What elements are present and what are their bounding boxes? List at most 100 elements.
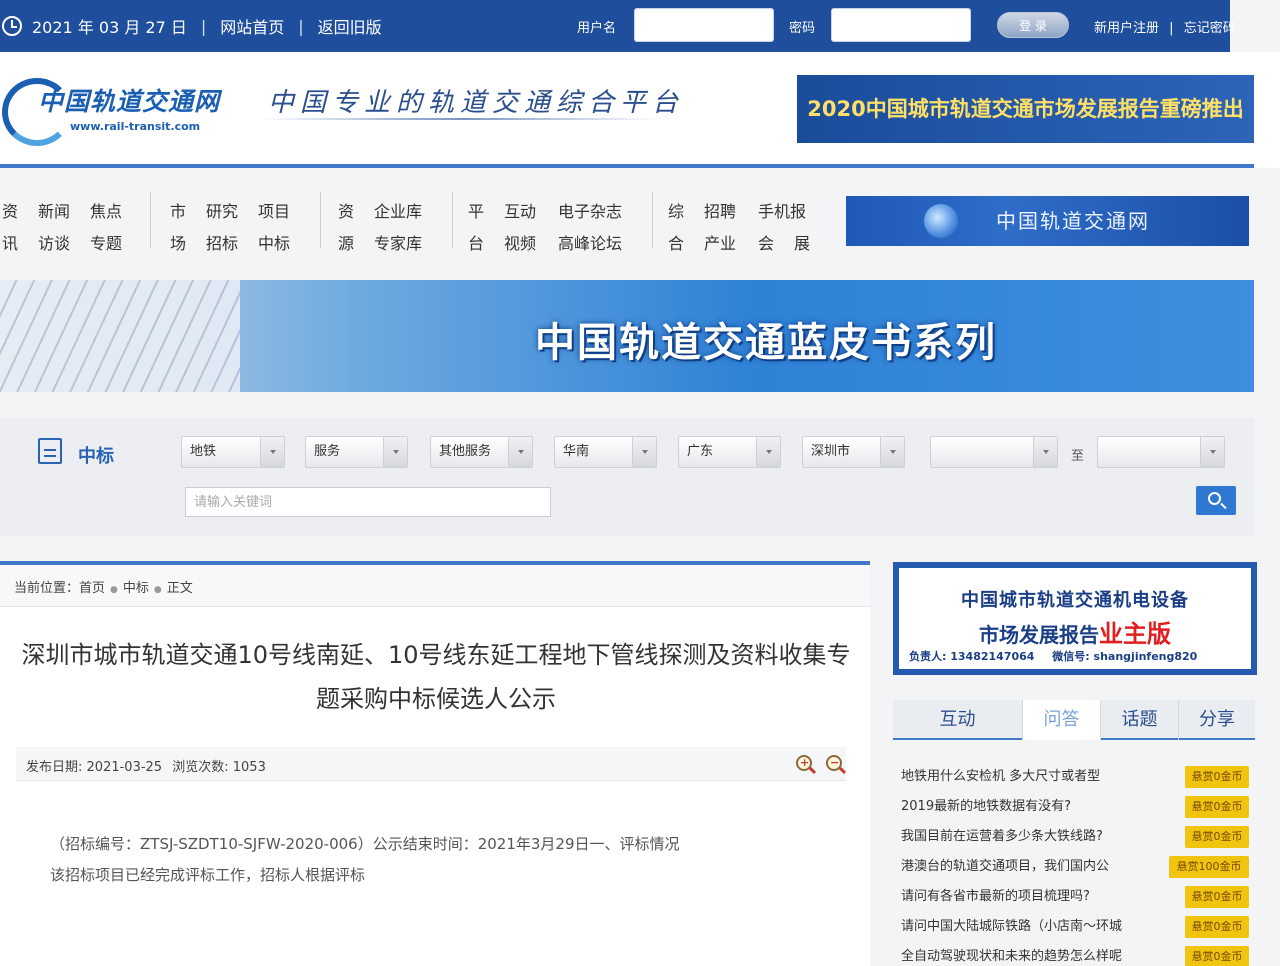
chevron-down-icon xyxy=(508,437,532,467)
filter-select-date-to[interactable] xyxy=(1097,436,1225,468)
list-item[interactable]: 全自动驾驶现状和未来的趋势怎么样呢 悬赏0金币 xyxy=(893,942,1255,966)
nav-category-label: 资 xyxy=(338,202,355,221)
nav-item-bidding[interactable]: 招标 xyxy=(206,230,238,254)
site-ad-text: 中国轨道交通网 xyxy=(996,209,1150,233)
nav-item-interaction[interactable]: 互动 xyxy=(504,198,536,222)
chevron-down-icon xyxy=(880,437,904,467)
current-date: 2021 年 03 月 27 日 xyxy=(32,18,187,37)
breadcrumb-section[interactable]: 中标 xyxy=(123,581,149,596)
register-link[interactable]: 新用户注册 xyxy=(1094,21,1159,36)
site-logo[interactable]: 中国轨道交通网 www.rail-transit.com xyxy=(0,78,230,148)
filter-select-region[interactable]: 华南 xyxy=(554,436,657,468)
nav-category-label: 讯 xyxy=(2,234,19,253)
nav-category-label: 综 xyxy=(668,202,685,221)
ad-contact: 负责人: 13482147064 微信号: shangjinfeng820 xyxy=(909,648,1239,664)
username-input[interactable] xyxy=(634,8,774,42)
wechat-label: 微信号: xyxy=(1052,650,1090,663)
tab-share[interactable]: 分享 xyxy=(1179,700,1255,740)
question-text[interactable]: 地铁用什么安检机 多大尺寸或者型 xyxy=(901,762,1163,792)
phone-number: 13482147064 xyxy=(950,650,1035,663)
search-icon xyxy=(1208,492,1221,505)
report-owner-ad[interactable]: 中国城市轨道交通机电设备 市场发展报告业主版 负责人: 13482147064 … xyxy=(893,562,1257,675)
blue-book-banner[interactable]: 中国轨道交通蓝皮书系列 xyxy=(0,280,1254,392)
divider: | xyxy=(200,16,207,36)
question-text[interactable]: 2019最新的地铁数据有没有? xyxy=(901,792,1163,822)
nav-divider xyxy=(150,192,151,248)
wechat-id: shangjinfeng820 xyxy=(1093,650,1198,663)
question-text[interactable]: 全自动驾驶现状和未来的趋势怎么样呢 xyxy=(901,942,1163,966)
filter-select-category[interactable]: 服务 xyxy=(305,436,408,468)
home-link[interactable]: 网站首页 xyxy=(220,14,284,38)
nav-item-expert-db[interactable]: 专家库 xyxy=(374,230,422,254)
reward-badge: 悬赏100金币 xyxy=(1169,856,1249,878)
zoom-in-icon[interactable]: + xyxy=(796,755,812,771)
keyboard-image xyxy=(0,280,240,392)
nav-item-company-db[interactable]: 企业库 xyxy=(374,198,422,222)
list-item[interactable]: 地铁用什么安检机 多大尺寸或者型 悬赏0金币 xyxy=(893,762,1255,792)
question-text[interactable]: 请问中国大陆城际铁路（小店南～环城 xyxy=(901,912,1163,942)
breadcrumb-location[interactable]: 当前位置：首页 xyxy=(14,581,105,596)
keyword-input[interactable] xyxy=(185,487,551,517)
filter-select-type[interactable]: 地铁 xyxy=(181,436,285,468)
question-text[interactable]: 请问有各省市最新的项目梳理吗? xyxy=(901,882,1163,912)
site-header: 中国轨道交通网 www.rail-transit.com 中国专业的轨道交通综合… xyxy=(0,52,1280,168)
nav-item-interview[interactable]: 访谈 xyxy=(38,230,70,254)
zoom-out-icon[interactable]: − xyxy=(826,755,842,771)
list-item[interactable]: 2019最新的地铁数据有没有? 悬赏0金币 xyxy=(893,792,1255,822)
chevron-down-icon xyxy=(1033,437,1057,467)
breadcrumb-current: 正文 xyxy=(166,581,193,596)
views-label: 浏览次数: xyxy=(172,760,229,775)
nav-item-research[interactable]: 研究 xyxy=(206,198,238,222)
nav-item-focus[interactable]: 焦点 xyxy=(90,198,122,222)
nav-item-exhibition[interactable]: 展 xyxy=(794,230,810,254)
nav-item-forum[interactable]: 高峰论坛 xyxy=(558,230,622,254)
login-button[interactable]: 登 录 xyxy=(997,12,1069,38)
article-meta: 发布日期: 2021-03-25 浏览次数: 1053 + − xyxy=(16,747,846,781)
nav-category-label: 场 xyxy=(170,234,187,253)
list-item[interactable]: 港澳台的轨道交通项目，我们国内公 悬赏100金币 xyxy=(893,852,1255,882)
filter-select-date-from[interactable] xyxy=(930,436,1058,468)
report-ad-banner[interactable]: 2020中国城市轨道交通市场发展报告重磅推出 xyxy=(797,75,1254,143)
nav-item-jobs[interactable]: 招聘 xyxy=(704,198,736,222)
filter-select-subcategory[interactable]: 其他服务 xyxy=(430,436,533,468)
list-item[interactable]: 请问中国大陆城际铁路（小店南～环城 悬赏0金币 xyxy=(893,912,1255,942)
nav-item-emagazine[interactable]: 电子杂志 xyxy=(558,198,622,222)
tab-interaction[interactable]: 互动 xyxy=(893,700,1023,740)
nav-item-topic[interactable]: 专题 xyxy=(90,230,122,254)
top-bar-left: 2021 年 03 月 27 日 | 网站首页 | 返回旧版 xyxy=(0,14,382,38)
tab-topics[interactable]: 话题 xyxy=(1101,700,1179,740)
nav-category-label: 平 xyxy=(468,202,485,221)
reward-badge: 悬赏0金币 xyxy=(1185,766,1249,788)
nav-item-award[interactable]: 中标 xyxy=(258,230,290,254)
question-text[interactable]: 我国目前在运营着多少条大铁线路? xyxy=(901,822,1163,852)
forgot-password-link[interactable]: 忘记密码 xyxy=(1184,21,1236,36)
nav-item-news[interactable]: 新闻 xyxy=(38,198,70,222)
nav-divider xyxy=(652,192,653,248)
list-item[interactable]: 请问有各省市最新的项目梳理吗? 悬赏0金币 xyxy=(893,882,1255,912)
site-ad-banner[interactable]: 中国轨道交通网 xyxy=(846,196,1249,246)
old-version-link[interactable]: 返回旧版 xyxy=(318,14,382,38)
ad-highlight: 业主版 xyxy=(1099,620,1171,648)
slogan-underline xyxy=(260,118,660,120)
filter-select-city[interactable]: 深圳市 xyxy=(802,436,905,468)
nav-item-project[interactable]: 项目 xyxy=(258,198,290,222)
breadcrumb-separator-icon: ● xyxy=(110,585,118,595)
section-title: 中标 xyxy=(78,446,114,467)
search-button[interactable] xyxy=(1196,486,1236,515)
article-panel: 当前位置：首页 ● 中标 ● 正文 深圳市城市轨道交通10号线南延、10号线东延工程地下… xyxy=(0,561,870,966)
reward-badge: 悬赏0金币 xyxy=(1185,916,1249,938)
list-item[interactable]: 我国目前在运营着多少条大铁线路? 悬赏0金币 xyxy=(893,822,1255,852)
tab-qa[interactable]: 问答 xyxy=(1023,700,1101,740)
password-input[interactable] xyxy=(831,8,971,42)
globe-icon xyxy=(924,204,958,238)
nav-item-mobile-news[interactable]: 手机报 xyxy=(758,198,806,222)
nav-item-conference[interactable]: 会 xyxy=(758,230,774,254)
question-list: 地铁用什么安检机 多大尺寸或者型 悬赏0金币 2019最新的地铁数据有没有? 悬赏0… xyxy=(893,762,1255,966)
filter-select-province[interactable]: 广东 xyxy=(678,436,781,468)
nav-item-video[interactable]: 视频 xyxy=(504,230,536,254)
password-label: 密码 xyxy=(789,21,816,36)
question-text[interactable]: 港澳台的轨道交通项目，我们国内公 xyxy=(901,852,1163,882)
nav-item-industry[interactable]: 产业 xyxy=(704,230,736,254)
select-value: 服务 xyxy=(314,444,341,459)
view-count: 1053 xyxy=(232,760,266,775)
